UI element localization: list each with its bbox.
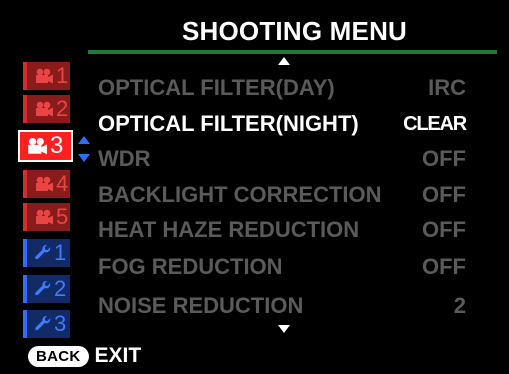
wrench-icon bbox=[35, 280, 51, 296]
menu-item-fog-reduction[interactable]: FOG REDUCTION OFF bbox=[98, 252, 466, 282]
menu-item-label: FOG REDUCTION bbox=[98, 254, 283, 279]
menu-item-optical-filter-day[interactable]: OPTICAL FILTER(DAY) IRC bbox=[98, 73, 466, 103]
page-title: SHOOTING MENU bbox=[181, 16, 408, 46]
tab-shooting-3[interactable]: 3 bbox=[18, 130, 73, 162]
menu-item-value: IRC bbox=[428, 75, 466, 100]
menu-item-value: OFF bbox=[422, 254, 466, 279]
menu-item-value: OFF bbox=[422, 182, 466, 207]
title-divider bbox=[88, 50, 497, 54]
tab-shooting-2[interactable]: 2 bbox=[23, 95, 70, 123]
menu-item-wdr[interactable]: WDR OFF bbox=[98, 144, 466, 174]
menu-item-noise-reduction[interactable]: NOISE REDUCTION 2 bbox=[98, 291, 466, 321]
menu-item-label: HEAT HAZE REDUCTION bbox=[98, 217, 360, 242]
tab-setup-1[interactable]: 1 bbox=[23, 239, 70, 267]
tab-number: 1 bbox=[54, 240, 67, 265]
tab-number: 5 bbox=[56, 204, 69, 229]
movie-camera-icon bbox=[36, 68, 53, 84]
menu-item-label: NOISE REDUCTION bbox=[98, 293, 304, 318]
tab-setup-3[interactable]: 3 bbox=[23, 310, 70, 338]
tab-number: 2 bbox=[54, 276, 67, 301]
menu-item-value: OFF bbox=[422, 146, 466, 171]
back-button-badge[interactable]: BACK bbox=[28, 345, 89, 367]
menu-tabs: 1 2 3 4 5 1 2 3 bbox=[0, 0, 90, 374]
menu-item-value: 2 bbox=[453, 293, 466, 318]
tab-setup-2[interactable]: 2 bbox=[23, 275, 70, 303]
tab-number: 4 bbox=[56, 171, 69, 196]
camera-menu-screen: SHOOTING MENU 1 2 3 4 5 1 2 3 OPTICAL FI… bbox=[0, 0, 509, 374]
movie-camera-icon bbox=[28, 137, 47, 155]
tab-shooting-4[interactable]: 4 bbox=[23, 170, 70, 198]
menu-item-heat-haze-reduction[interactable]: HEAT HAZE REDUCTION OFF bbox=[98, 215, 466, 245]
wrench-icon bbox=[35, 244, 51, 260]
scroll-up-arrow-icon[interactable] bbox=[278, 57, 290, 65]
tab-number: 2 bbox=[56, 96, 69, 121]
wrench-icon bbox=[35, 315, 51, 331]
menu-item-label: OPTICAL FILTER(NIGHT) bbox=[98, 111, 359, 136]
menu-item-value: OFF bbox=[422, 217, 466, 242]
menu-item-label: OPTICAL FILTER(DAY) bbox=[98, 75, 335, 100]
menu-item-backlight-correction[interactable]: BACKLIGHT CORRECTION OFF bbox=[98, 180, 466, 210]
menu-item-optical-filter-night[interactable]: OPTICAL FILTER(NIGHT) CLEAR bbox=[98, 109, 467, 139]
movie-camera-icon bbox=[36, 101, 53, 117]
movie-camera-icon bbox=[36, 176, 53, 192]
footer-hint[interactable]: BACK EXIT bbox=[28, 344, 141, 368]
menu-item-label: BACKLIGHT CORRECTION bbox=[98, 182, 382, 207]
tab-shooting-5[interactable]: 5 bbox=[23, 203, 70, 231]
exit-label: EXIT bbox=[94, 344, 142, 367]
tab-shooting-1[interactable]: 1 bbox=[23, 62, 70, 90]
tab-number: 3 bbox=[50, 132, 64, 159]
menu-item-label: WDR bbox=[98, 146, 151, 171]
tab-number: 3 bbox=[54, 311, 67, 336]
scroll-down-arrow-icon[interactable] bbox=[278, 325, 290, 333]
tab-up-down-arrows-icon[interactable] bbox=[78, 136, 90, 162]
tab-number: 1 bbox=[56, 63, 69, 88]
movie-camera-icon bbox=[36, 209, 53, 225]
menu-item-value: CLEAR bbox=[403, 112, 467, 135]
